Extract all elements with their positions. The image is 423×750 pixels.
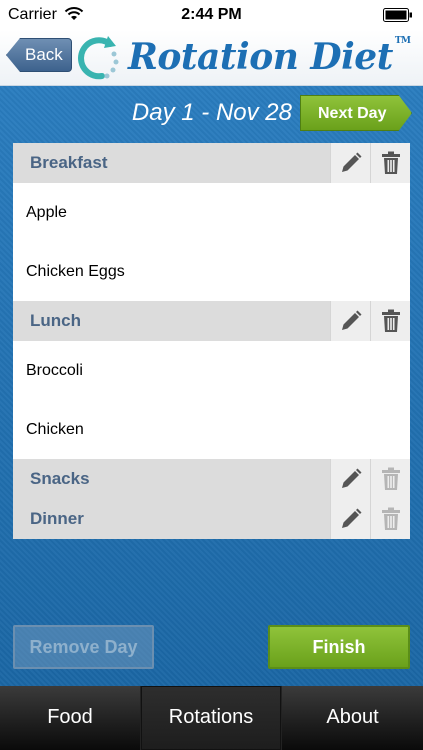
tab-about[interactable]: About [282, 686, 423, 750]
next-day-button[interactable]: Next Day [300, 95, 412, 131]
meal-section-dinner: Dinner [13, 499, 410, 539]
battery-icon [383, 8, 412, 22]
trash-icon [381, 467, 400, 490]
food-item[interactable]: Apple [26, 183, 406, 242]
food-item[interactable]: Chicken [26, 400, 406, 459]
pencil-icon [341, 508, 361, 528]
pencil-icon [341, 152, 361, 172]
delete-snacks-button [370, 459, 410, 499]
meal-section-title: Lunch [30, 311, 81, 330]
app-header: Back Rotation Diet TM [0, 30, 423, 86]
delete-dinner-button [370, 499, 410, 539]
trash-icon [381, 309, 400, 332]
trademark-mark: TM [394, 36, 411, 46]
edit-dinner-button[interactable] [330, 499, 370, 539]
meal-section-title: Dinner [30, 509, 84, 528]
edit-lunch-button[interactable] [330, 301, 370, 341]
trash-icon [381, 507, 400, 530]
day-title: Day 1 - Nov 28 [131, 99, 292, 126]
tab-food[interactable]: Food [0, 686, 141, 750]
pencil-icon [341, 310, 361, 330]
pencil-icon [341, 468, 361, 488]
meal-section-title: Snacks [30, 469, 90, 488]
meal-section-title: Breakfast [30, 153, 108, 172]
meal-section-breakfast: Breakfast [13, 143, 410, 183]
trash-icon [381, 151, 400, 174]
finish-button[interactable]: Finish [268, 625, 410, 669]
meal-section-lunch: Lunch [13, 301, 410, 341]
remove-day-button[interactable]: Remove Day [13, 625, 154, 669]
app-logo: Rotation Diet TM [128, 36, 411, 78]
delete-lunch-button[interactable] [370, 301, 410, 341]
tab-rotations[interactable]: Rotations [141, 686, 282, 750]
meal-section-snacks: Snacks [13, 459, 410, 499]
logo-swirl-icon [78, 36, 119, 80]
meal-list: Breakfast Apple Chicken Eggs Lunch Brocc… [13, 143, 410, 539]
app-logo-text: Rotation Diet [128, 36, 393, 78]
edit-breakfast-button[interactable] [330, 143, 370, 183]
status-bar: Carrier 2:44 PM [0, 0, 423, 30]
back-button[interactable]: Back [6, 38, 72, 72]
clock: 2:44 PM [181, 6, 242, 23]
delete-breakfast-button[interactable] [370, 143, 410, 183]
main-content: Day 1 - Nov 28 Next Day Breakfast Apple … [0, 86, 423, 686]
edit-snacks-button[interactable] [330, 459, 370, 499]
food-item[interactable]: Chicken Eggs [26, 242, 406, 301]
tab-bar: Food Rotations About [0, 686, 423, 750]
food-item[interactable]: Broccoli [26, 341, 406, 400]
